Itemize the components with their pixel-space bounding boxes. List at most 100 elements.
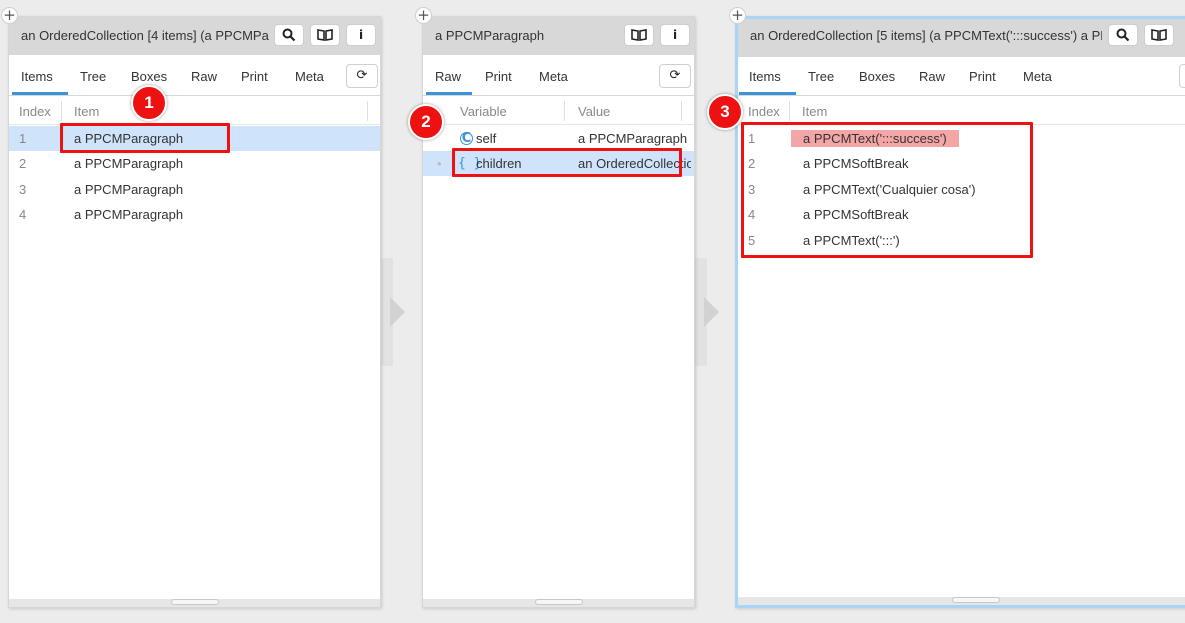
row-value: an OrderedCollection — [578, 156, 691, 171]
row-index: 4 — [748, 207, 756, 222]
book-icon — [631, 29, 647, 41]
row-index: 3 — [19, 182, 27, 197]
refresh-icon: ⟳ — [669, 68, 681, 83]
search-icon — [1116, 28, 1130, 42]
pane-titlebar: an OrderedCollection [4 items] (a PPCMPa… — [9, 17, 380, 55]
tab-raw[interactable]: Raw — [191, 69, 217, 84]
pane-bottom-bar — [738, 597, 1185, 605]
search-icon — [282, 28, 296, 42]
tab-items[interactable]: Items — [749, 69, 781, 84]
tab-meta[interactable]: Meta — [1023, 69, 1052, 84]
row-index: 3 — [748, 182, 756, 197]
column-divider[interactable] — [367, 101, 368, 121]
refresh-button[interactable]: ⟳ — [1179, 64, 1185, 88]
table-row[interactable]: 2 a PPCMSoftBreak — [738, 151, 1185, 176]
table-row[interactable]: 3 a PPCMParagraph — [9, 177, 380, 202]
pane-bottom-bar — [9, 599, 380, 607]
info-button[interactable]: i — [346, 24, 376, 46]
pane-tabs: Items Tree Boxes Raw Print Meta ⟳ — [738, 55, 1185, 96]
class-icon: C — [460, 131, 473, 146]
column-divider[interactable] — [789, 101, 790, 121]
search-button[interactable] — [274, 24, 304, 46]
row-index: 1 — [19, 131, 27, 146]
table-row[interactable]: • { } children an OrderedCollection — [423, 151, 694, 176]
tab-print[interactable]: Print — [485, 69, 512, 84]
expand-dot-icon[interactable]: • — [437, 156, 442, 171]
tab-raw[interactable]: Raw — [919, 69, 945, 84]
tab-meta[interactable]: Meta — [539, 69, 568, 84]
refresh-button[interactable]: ⟳ — [659, 64, 691, 88]
annotation-badge-3: 3 — [707, 94, 743, 130]
add-pane-button[interactable]: + — [729, 7, 746, 24]
active-tab-indicator — [426, 92, 472, 95]
row-item: a PPCMSoftBreak — [803, 156, 909, 171]
pane-tabs: Raw Print Meta ⟳ — [423, 55, 694, 96]
row-item: a PPCMParagraph — [74, 131, 184, 146]
row-index: 2 — [19, 156, 27, 171]
column-header-item[interactable]: Item — [802, 104, 827, 119]
tab-raw[interactable]: Raw — [435, 69, 461, 84]
table-header: Variable Value — [423, 97, 694, 125]
refresh-icon: ⟳ — [356, 68, 368, 83]
refresh-button[interactable]: ⟳ — [346, 64, 378, 88]
table-row[interactable]: 1 a PPCMText(':::success') — [738, 126, 1185, 151]
row-item-highlighted: a PPCMText(':::success') — [791, 130, 959, 147]
row-index: 5 — [748, 233, 756, 248]
tab-meta[interactable]: Meta — [295, 69, 324, 84]
annotation-badge-2: 2 — [408, 104, 444, 140]
row-item: a PPCMText(':::') — [803, 233, 900, 248]
table-row[interactable]: 3 a PPCMText('Cualquier cosa') — [738, 177, 1185, 202]
tab-items[interactable]: Items — [21, 69, 53, 84]
tab-tree[interactable]: Tree — [80, 69, 106, 84]
browse-button[interactable] — [1144, 24, 1174, 46]
add-pane-button[interactable]: + — [1, 7, 18, 24]
inspector-pane-1: an OrderedCollection [4 items] (a PPCMPa… — [8, 16, 381, 608]
tab-boxes[interactable]: Boxes — [859, 69, 895, 84]
row-value: a PPCMParagraph — [578, 131, 688, 146]
table-row[interactable]: C self a PPCMParagraph — [423, 126, 694, 151]
table-row[interactable]: 4 a PPCMParagraph — [9, 202, 380, 227]
browse-button[interactable] — [310, 24, 340, 46]
pane-titlebar: an OrderedCollection [5 items] (a PPCMTe… — [738, 19, 1185, 57]
tab-print[interactable]: Print — [969, 69, 996, 84]
info-button[interactable]: i — [660, 24, 690, 46]
table-row[interactable]: 4 a PPCMSoftBreak — [738, 202, 1185, 227]
pane-title: an OrderedCollection [5 items] (a PPCMTe… — [750, 28, 1102, 43]
column-header-index[interactable]: Index — [19, 104, 51, 119]
tab-boxes[interactable]: Boxes — [131, 69, 167, 84]
column-header-variable[interactable]: Variable — [460, 104, 507, 119]
column-header-item[interactable]: Item — [74, 104, 99, 119]
row-item: a PPCMSoftBreak — [803, 207, 909, 222]
column-divider[interactable] — [681, 101, 682, 121]
pane-bottom-bar — [423, 599, 694, 607]
pane-tabs: Items Tree Boxes Raw Print Meta ⟳ — [9, 55, 380, 96]
row-item: a PPCMParagraph — [74, 182, 184, 197]
table-row[interactable]: 2 a PPCMParagraph — [9, 151, 380, 176]
column-divider[interactable] — [564, 101, 565, 121]
row-index: 1 — [748, 131, 756, 146]
table-row[interactable]: 5 a PPCMText(':::') — [738, 228, 1185, 253]
search-button[interactable] — [1108, 24, 1138, 46]
row-item: a PPCMText('Cualquier cosa') — [803, 182, 976, 197]
resize-grip[interactable] — [952, 597, 1000, 603]
table-row[interactable]: 1 a PPCMParagraph — [9, 126, 380, 151]
row-index: 2 — [748, 156, 756, 171]
tab-tree[interactable]: Tree — [808, 69, 834, 84]
inspector-pane-2: a PPCMParagraph i Raw Print Meta ⟳ Varia… — [422, 16, 695, 608]
tab-print[interactable]: Print — [241, 69, 268, 84]
row-variable: children — [476, 156, 522, 171]
row-item: a PPCMParagraph — [74, 207, 184, 222]
row-index: 4 — [19, 207, 27, 222]
column-header-value[interactable]: Value — [578, 104, 610, 119]
resize-grip[interactable] — [171, 599, 219, 605]
book-icon — [317, 29, 333, 41]
info-icon: i — [672, 28, 678, 42]
browse-button[interactable] — [624, 24, 654, 46]
add-pane-button[interactable]: + — [415, 7, 432, 24]
column-header-index[interactable]: Index — [748, 104, 780, 119]
pane-titlebar: a PPCMParagraph i — [423, 17, 694, 55]
book-icon — [1151, 29, 1167, 41]
column-divider[interactable] — [61, 101, 62, 121]
navigation-arrow-icon — [390, 297, 405, 327]
resize-grip[interactable] — [535, 599, 583, 605]
